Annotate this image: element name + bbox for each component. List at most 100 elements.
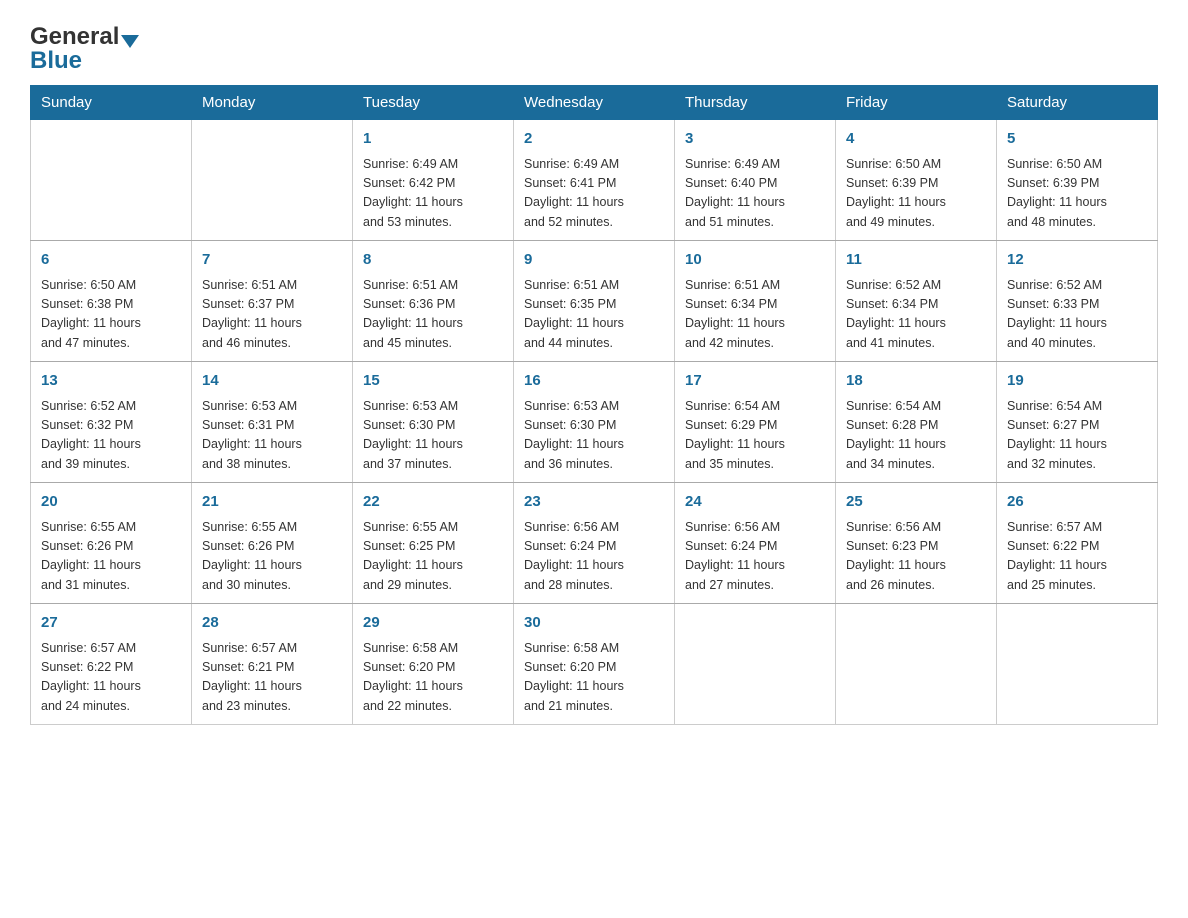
calendar-cell bbox=[675, 604, 836, 725]
day-number: 18 bbox=[846, 370, 986, 393]
days-of-week-row: SundayMondayTuesdayWednesdayThursdayFrid… bbox=[31, 86, 1158, 120]
logo-arrow-icon bbox=[121, 35, 139, 48]
calendar-cell: 17Sunrise: 6:54 AMSunset: 6:29 PMDayligh… bbox=[675, 362, 836, 483]
day-number: 20 bbox=[41, 491, 181, 514]
calendar-cell: 7 Sunrise: 6:51 AMSunset: 6:37 PMDaylight… bbox=[192, 241, 353, 362]
logo-general-text: General bbox=[30, 25, 119, 49]
calendar-cell: 12 Sunrise: 6:52 AMSunset: 6:33 PMDayligh… bbox=[997, 241, 1158, 362]
day-info: Sunrise: 6:50 AMSunset: 6:39 PMDaylight:… bbox=[1007, 155, 1147, 233]
calendar-cell: 5 Sunrise: 6:50 AMSunset: 6:39 PMDaylight… bbox=[997, 120, 1158, 241]
calendar-week-row: 6Sunrise: 6:50 AMSunset: 6:38 PMDaylight… bbox=[31, 241, 1158, 362]
day-info: Sunrise: 6:52 AMSunset: 6:34 PMDaylight:… bbox=[846, 276, 986, 354]
calendar-week-row: 27 Sunrise: 6:57 AMSunset: 6:22 PMDayligh… bbox=[31, 604, 1158, 725]
day-number: 15 bbox=[363, 370, 503, 393]
day-number: 10 bbox=[685, 249, 825, 272]
calendar-cell: 21 Sunrise: 6:55 AMSunset: 6:26 PMDayligh… bbox=[192, 483, 353, 604]
calendar-table: SundayMondayTuesdayWednesdayThursdayFrid… bbox=[30, 85, 1158, 725]
calendar-cell bbox=[192, 120, 353, 241]
day-of-week-header: Wednesday bbox=[514, 86, 675, 120]
day-info: Sunrise: 6:53 AMSunset: 6:31 PMDaylight:… bbox=[202, 397, 342, 475]
day-of-week-header: Thursday bbox=[675, 86, 836, 120]
calendar-cell: 23 Sunrise: 6:56 AMSunset: 6:24 PMDayligh… bbox=[514, 483, 675, 604]
calendar-week-row: 1Sunrise: 6:49 AMSunset: 6:42 PMDaylight… bbox=[31, 120, 1158, 241]
calendar-cell bbox=[997, 604, 1158, 725]
day-info: Sunrise: 6:54 AMSunset: 6:27 PMDaylight:… bbox=[1007, 397, 1147, 475]
day-info: Sunrise: 6:54 AMSunset: 6:29 PMDaylight:… bbox=[685, 397, 825, 475]
day-number: 16 bbox=[524, 370, 664, 393]
calendar-cell: 11 Sunrise: 6:52 AMSunset: 6:34 PMDayligh… bbox=[836, 241, 997, 362]
calendar-header: SundayMondayTuesdayWednesdayThursdayFrid… bbox=[31, 86, 1158, 120]
calendar-cell: 2 Sunrise: 6:49 AMSunset: 6:41 PMDaylight… bbox=[514, 120, 675, 241]
day-info: Sunrise: 6:51 AMSunset: 6:36 PMDaylight:… bbox=[363, 276, 503, 354]
day-info: Sunrise: 6:56 AMSunset: 6:24 PMDaylight:… bbox=[524, 518, 664, 596]
day-info: Sunrise: 6:58 AMSunset: 6:20 PMDaylight:… bbox=[363, 639, 503, 717]
day-number: 26 bbox=[1007, 491, 1147, 514]
day-number: 25 bbox=[846, 491, 986, 514]
day-of-week-header: Saturday bbox=[997, 86, 1158, 120]
calendar-cell: 4 Sunrise: 6:50 AMSunset: 6:39 PMDaylight… bbox=[836, 120, 997, 241]
logo-blue-text: Blue bbox=[30, 47, 82, 74]
day-number: 27 bbox=[41, 612, 181, 635]
day-number: 21 bbox=[202, 491, 342, 514]
calendar-cell: 10Sunrise: 6:51 AMSunset: 6:34 PMDayligh… bbox=[675, 241, 836, 362]
day-info: Sunrise: 6:51 AMSunset: 6:37 PMDaylight:… bbox=[202, 276, 342, 354]
day-info: Sunrise: 6:50 AMSunset: 6:39 PMDaylight:… bbox=[846, 155, 986, 233]
day-info: Sunrise: 6:53 AMSunset: 6:30 PMDaylight:… bbox=[363, 397, 503, 475]
calendar-cell: 20 Sunrise: 6:55 AMSunset: 6:26 PMDayligh… bbox=[31, 483, 192, 604]
calendar-cell: 13 Sunrise: 6:52 AMSunset: 6:32 PMDayligh… bbox=[31, 362, 192, 483]
day-info: Sunrise: 6:57 AMSunset: 6:22 PMDaylight:… bbox=[41, 639, 181, 717]
day-info: Sunrise: 6:55 AMSunset: 6:26 PMDaylight:… bbox=[41, 518, 181, 596]
calendar-body: 1Sunrise: 6:49 AMSunset: 6:42 PMDaylight… bbox=[31, 120, 1158, 725]
day-number: 28 bbox=[202, 612, 342, 635]
day-number: 11 bbox=[846, 249, 986, 272]
calendar-cell: 1Sunrise: 6:49 AMSunset: 6:42 PMDaylight… bbox=[353, 120, 514, 241]
calendar-cell: 9 Sunrise: 6:51 AMSunset: 6:35 PMDaylight… bbox=[514, 241, 675, 362]
calendar-cell: 15 Sunrise: 6:53 AMSunset: 6:30 PMDayligh… bbox=[353, 362, 514, 483]
day-number: 6 bbox=[41, 249, 181, 272]
day-info: Sunrise: 6:52 AMSunset: 6:32 PMDaylight:… bbox=[41, 397, 181, 475]
calendar-cell: 8 Sunrise: 6:51 AMSunset: 6:36 PMDaylight… bbox=[353, 241, 514, 362]
calendar-cell: 25 Sunrise: 6:56 AMSunset: 6:23 PMDayligh… bbox=[836, 483, 997, 604]
day-number: 9 bbox=[524, 249, 664, 272]
day-info: Sunrise: 6:49 AMSunset: 6:41 PMDaylight:… bbox=[524, 155, 664, 233]
day-number: 13 bbox=[41, 370, 181, 393]
calendar-week-row: 20 Sunrise: 6:55 AMSunset: 6:26 PMDayligh… bbox=[31, 483, 1158, 604]
calendar-cell: 24Sunrise: 6:56 AMSunset: 6:24 PMDayligh… bbox=[675, 483, 836, 604]
logo: General Blue bbox=[30, 25, 141, 75]
day-number: 30 bbox=[524, 612, 664, 635]
page-header: General Blue bbox=[30, 20, 1158, 75]
day-of-week-header: Sunday bbox=[31, 86, 192, 120]
day-info: Sunrise: 6:53 AMSunset: 6:30 PMDaylight:… bbox=[524, 397, 664, 475]
day-number: 12 bbox=[1007, 249, 1147, 272]
day-number: 29 bbox=[363, 612, 503, 635]
day-info: Sunrise: 6:56 AMSunset: 6:23 PMDaylight:… bbox=[846, 518, 986, 596]
day-info: Sunrise: 6:51 AMSunset: 6:35 PMDaylight:… bbox=[524, 276, 664, 354]
day-of-week-header: Tuesday bbox=[353, 86, 514, 120]
day-number: 1 bbox=[363, 128, 503, 151]
day-number: 4 bbox=[846, 128, 986, 151]
day-of-week-header: Monday bbox=[192, 86, 353, 120]
day-info: Sunrise: 6:52 AMSunset: 6:33 PMDaylight:… bbox=[1007, 276, 1147, 354]
calendar-cell: 22Sunrise: 6:55 AMSunset: 6:25 PMDayligh… bbox=[353, 483, 514, 604]
calendar-cell: 28 Sunrise: 6:57 AMSunset: 6:21 PMDayligh… bbox=[192, 604, 353, 725]
calendar-cell: 27 Sunrise: 6:57 AMSunset: 6:22 PMDayligh… bbox=[31, 604, 192, 725]
day-info: Sunrise: 6:56 AMSunset: 6:24 PMDaylight:… bbox=[685, 518, 825, 596]
day-info: Sunrise: 6:49 AMSunset: 6:40 PMDaylight:… bbox=[685, 155, 825, 233]
calendar-cell: 14Sunrise: 6:53 AMSunset: 6:31 PMDayligh… bbox=[192, 362, 353, 483]
day-number: 23 bbox=[524, 491, 664, 514]
day-of-week-header: Friday bbox=[836, 86, 997, 120]
day-number: 7 bbox=[202, 249, 342, 272]
calendar-cell bbox=[31, 120, 192, 241]
day-info: Sunrise: 6:57 AMSunset: 6:22 PMDaylight:… bbox=[1007, 518, 1147, 596]
day-number: 2 bbox=[524, 128, 664, 151]
calendar-cell: 26 Sunrise: 6:57 AMSunset: 6:22 PMDayligh… bbox=[997, 483, 1158, 604]
day-number: 8 bbox=[363, 249, 503, 272]
calendar-cell bbox=[836, 604, 997, 725]
day-number: 5 bbox=[1007, 128, 1147, 151]
day-info: Sunrise: 6:57 AMSunset: 6:21 PMDaylight:… bbox=[202, 639, 342, 717]
calendar-cell: 16 Sunrise: 6:53 AMSunset: 6:30 PMDayligh… bbox=[514, 362, 675, 483]
day-number: 19 bbox=[1007, 370, 1147, 393]
day-number: 22 bbox=[363, 491, 503, 514]
day-info: Sunrise: 6:55 AMSunset: 6:26 PMDaylight:… bbox=[202, 518, 342, 596]
calendar-cell: 19 Sunrise: 6:54 AMSunset: 6:27 PMDayligh… bbox=[997, 362, 1158, 483]
